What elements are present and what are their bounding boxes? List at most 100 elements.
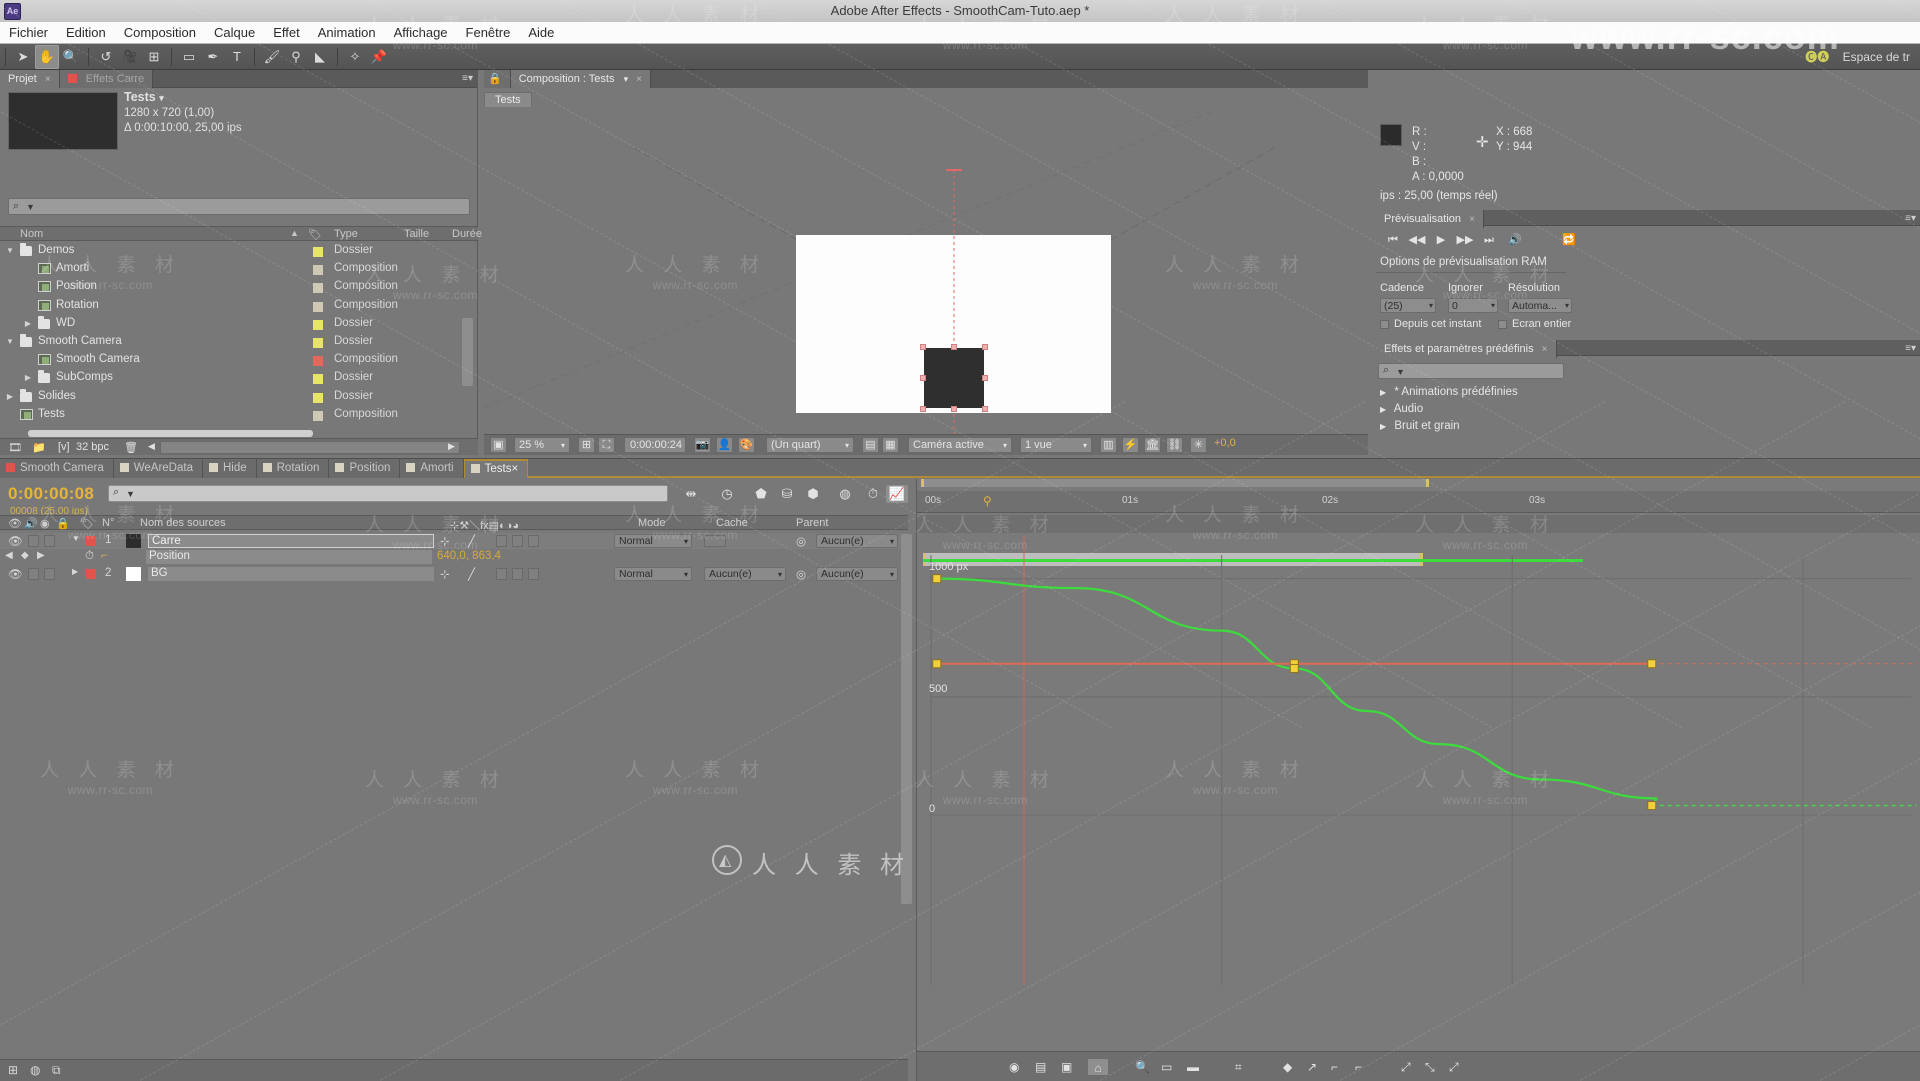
track-matte-toggle[interactable] xyxy=(704,535,726,547)
layer-mode-select[interactable]: Normal ▾ xyxy=(614,534,692,548)
menu-item-effet[interactable]: Effet xyxy=(264,22,309,44)
chevron-down-icon[interactable]: ▼ xyxy=(26,202,35,212)
tab-rotation[interactable]: Rotation xyxy=(256,459,330,478)
chevron-right-icon[interactable]: ▶ xyxy=(24,319,32,328)
project-horizontal-scrollbar[interactable] xyxy=(28,430,313,437)
view-tab-tests[interactable]: Tests xyxy=(484,92,532,107)
grid-guides-icon[interactable]: ⊞ xyxy=(578,437,595,453)
snap-icon[interactable]: ▣ xyxy=(1061,1058,1072,1076)
list-item[interactable]: ▶ Solides Dossier xyxy=(0,388,478,406)
auto-zoom-icon[interactable]: ⌂ xyxy=(1087,1058,1109,1076)
pan-behind-tool-icon[interactable]: ⊞ xyxy=(142,45,166,69)
new-comp-icon[interactable]: 🎞 xyxy=(8,441,22,454)
project-search-input[interactable]: ⌕ ▼ xyxy=(8,198,470,215)
pixel-aspect-icon[interactable]: ▥ xyxy=(1100,437,1117,453)
stopwatch-icon[interactable]: ⏱ xyxy=(85,550,94,563)
close-icon[interactable]: × xyxy=(1542,344,1548,355)
chevron-down-icon[interactable]: ▾ xyxy=(1429,299,1433,313)
graph-time-ruler[interactable]: 00s 01s 02s 03s ⚲ xyxy=(917,491,1920,513)
eye-icon[interactable]: 👁 xyxy=(8,517,22,530)
delete-icon[interactable]: 🗑 xyxy=(124,441,138,454)
auto-keyframe-icon[interactable]: ⏱ xyxy=(862,485,884,503)
tab-tests[interactable]: Tests× xyxy=(463,459,529,478)
tab-position[interactable]: Position xyxy=(329,459,401,478)
label-color-swatch[interactable] xyxy=(313,392,323,403)
preview-last-frame-button[interactable]: ⏭ xyxy=(1478,231,1500,249)
effects-group-bruit[interactable]: ▶ Bruit et grain xyxy=(1380,420,1460,432)
list-item[interactable]: Tests Composition xyxy=(0,406,478,424)
graph-editor[interactable]: 00s 01s 02s 03s ⚲ 1000 px 500 0 ◉ ▤ ▣ ⌂ … xyxy=(916,479,1920,1081)
project-items-list[interactable]: ▼ Demos Dossier Amorti Composition Position Co… xyxy=(0,242,478,434)
panel-menu-icon[interactable]: ≡▾ xyxy=(1905,343,1916,354)
layer-parent-select[interactable]: Aucun(e) ▾ xyxy=(816,567,898,581)
layer-cache-select[interactable]: Aucun(e) ▾ xyxy=(704,567,786,581)
choose-graph-type-icon[interactable]: ◉ xyxy=(1009,1058,1019,1076)
easy-ease-out-icon[interactable]: ⤢ xyxy=(1449,1058,1459,1076)
effects-search-input[interactable]: ⌕ ▼ xyxy=(1378,363,1564,379)
panel-menu-icon[interactable]: ≡▾ xyxy=(462,73,473,84)
solo-toggle[interactable] xyxy=(44,568,55,580)
region-of-interest-icon[interactable]: ⛶ xyxy=(598,437,615,453)
menu-item-fichier[interactable]: Fichier xyxy=(0,22,57,44)
switch-effects-toggle[interactable] xyxy=(496,568,507,580)
chevron-down-icon[interactable]: ▾ xyxy=(624,74,629,84)
switch-motionblur-toggle[interactable] xyxy=(528,568,539,580)
timeline-jump-icon[interactable]: 🏛 xyxy=(1144,437,1161,453)
chevron-down-icon[interactable]: ▾ xyxy=(561,438,565,453)
chevron-down-icon[interactable]: ▾ xyxy=(684,568,688,581)
chevron-down-icon[interactable]: ▾ xyxy=(1565,299,1569,313)
chevron-right-icon[interactable]: ▶ xyxy=(24,374,32,382)
label-color-swatch[interactable] xyxy=(313,283,323,294)
sort-arrow-icon[interactable]: ▲ xyxy=(290,228,299,238)
property-name[interactable]: Position xyxy=(146,550,432,564)
chevron-down-icon[interactable]: ▾ xyxy=(845,438,849,453)
transparency-grid-icon[interactable]: ▦ xyxy=(882,437,899,453)
keyframe-hold-icon[interactable]: ◆ xyxy=(1283,1058,1292,1076)
list-item[interactable]: ▶ SubComps Dossier xyxy=(0,369,478,387)
ignorer-select[interactable]: 0 ▾ xyxy=(1448,298,1498,313)
project-vertical-scrollbar[interactable] xyxy=(462,318,473,386)
chevron-right-icon[interactable]: ▶ xyxy=(1380,388,1386,397)
depuis-cet-instant-checkbox[interactable] xyxy=(1380,320,1389,329)
toggle-switches-icon[interactable]: ⊞ xyxy=(8,1063,18,1077)
keyframe-auto-bezier-icon[interactable]: ⌐ xyxy=(1331,1058,1338,1076)
menu-item-calque[interactable]: Calque xyxy=(205,22,264,44)
timeline-tabbar[interactable]: Smooth Camera WeAreData Hide Rotation Positi… xyxy=(0,459,1920,478)
eye-icon[interactable]: 👁 xyxy=(8,534,23,548)
solo-icon[interactable]: ◉ xyxy=(40,517,50,530)
comp-panel-lock-icon[interactable]: 🔒 xyxy=(484,70,511,88)
column-nom[interactable]: Nom xyxy=(20,228,43,240)
shape-tool-icon[interactable]: ▭ xyxy=(177,45,201,69)
pen-tool-icon[interactable]: ✒ xyxy=(201,45,225,69)
frame-blending-icon[interactable]: ◍ xyxy=(834,485,856,503)
column-parent[interactable]: Parent xyxy=(796,517,828,529)
selection-tool-icon[interactable]: ➤ xyxy=(11,45,35,69)
clone-stamp-tool-icon[interactable]: ⚲ xyxy=(284,45,308,69)
chevron-down-icon[interactable]: ▾ xyxy=(890,568,894,581)
tab-composition-tests[interactable]: Composition : Tests ▾ × xyxy=(510,70,651,88)
channel-rgb-icon[interactable]: 🎨 xyxy=(738,437,755,453)
label-color-swatch[interactable] xyxy=(313,356,323,367)
exposure-reset-icon[interactable]: ✳ xyxy=(1190,437,1207,453)
easy-ease-icon[interactable]: ⤢ xyxy=(1401,1058,1411,1076)
views-select[interactable]: 1 vue ▾ xyxy=(1020,437,1092,453)
list-item[interactable]: ▼ Smooth Camera Dossier xyxy=(0,333,478,351)
preview-loop-button[interactable]: 🔁 xyxy=(1558,231,1580,249)
column-mode[interactable]: Mode xyxy=(638,517,666,529)
hide-shy-icon[interactable]: ⬢ xyxy=(802,485,824,503)
label-color-swatch[interactable] xyxy=(313,337,323,348)
brush-tool-icon[interactable]: 🖌 xyxy=(260,45,284,69)
transform-handle-bc[interactable] xyxy=(951,406,957,412)
transform-handle-mr[interactable] xyxy=(982,375,988,381)
chevron-down-icon[interactable]: ▼ xyxy=(1396,367,1405,377)
keyframe-linear-icon[interactable]: ↗ xyxy=(1307,1058,1317,1076)
menu-item-affichage[interactable]: Affichage xyxy=(385,22,457,44)
preview-prev-frame-button[interactable]: ◀◀ xyxy=(1406,231,1428,249)
close-icon[interactable]: × xyxy=(45,74,51,85)
preview-first-frame-button[interactable]: ⏮ xyxy=(1382,231,1404,249)
tab-amorti[interactable]: Amorti xyxy=(400,459,464,478)
layer-parent-select[interactable]: Aucun(e) ▾ xyxy=(816,534,898,548)
tab-effets-carre[interactable]: Effets Carre xyxy=(59,70,154,88)
new-folder-icon[interactable]: 📁 xyxy=(32,441,46,454)
table-row[interactable]: ◀ ◆ ▶ ⏱ ⌐ Position 640,0, 863,4 xyxy=(0,549,908,565)
